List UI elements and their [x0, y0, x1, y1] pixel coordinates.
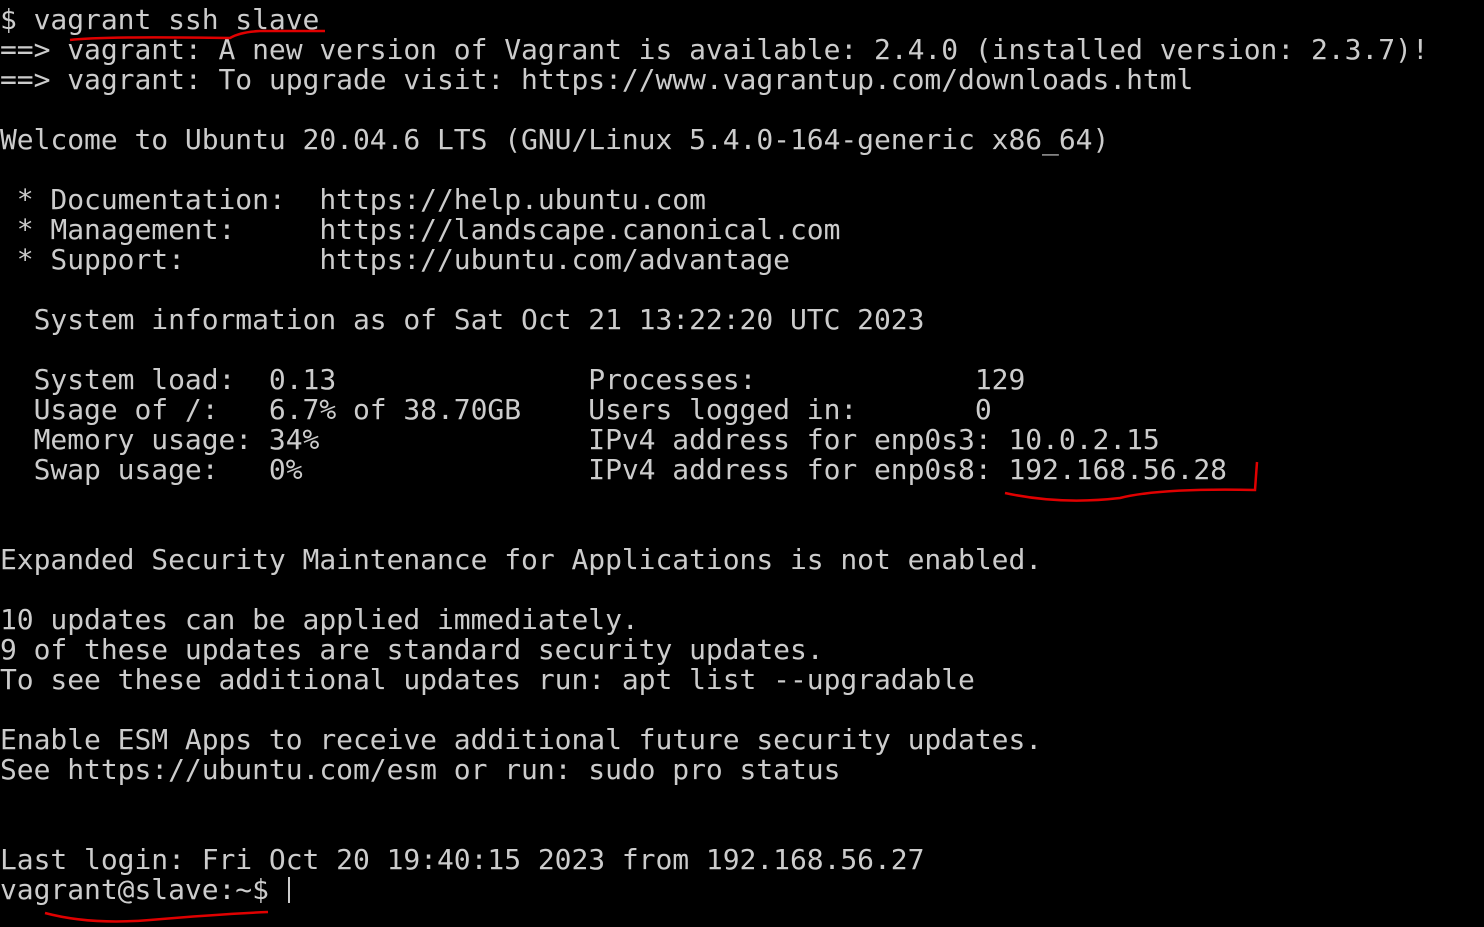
terminal-line: Welcome to Ubuntu 20.04.6 LTS (GNU/Linux… [0, 123, 1110, 156]
terminal-line: See https://ubuntu.com/esm or run: sudo … [0, 753, 841, 786]
terminal-line: Last login: Fri Oct 20 19:40:15 2023 fro… [0, 843, 925, 876]
terminal-line: Expanded Security Maintenance for Applic… [0, 543, 1043, 576]
shell-prompt: vagrant@slave:~$ [0, 873, 286, 906]
terminal-line: To see these additional updates run: apt… [0, 663, 975, 696]
terminal-line: Memory usage: 34% IPv4 address for enp0s… [0, 423, 1160, 456]
terminal-line: $ vagrant ssh slave [0, 3, 320, 36]
terminal-line: ==> vagrant: A new version of Vagrant is… [0, 33, 1429, 66]
text-cursor [287, 877, 290, 903]
terminal-line: 9 of these updates are standard security… [0, 633, 824, 666]
terminal-line: System information as of Sat Oct 21 13:2… [0, 303, 925, 336]
terminal-line: Usage of /: 6.7% of 38.70GB Users logged… [0, 393, 992, 426]
terminal-line: Enable ESM Apps to receive additional fu… [0, 723, 1043, 756]
terminal-line: 10 updates can be applied immediately. [0, 603, 639, 636]
terminal-output[interactable]: $ vagrant ssh slave ==> vagrant: A new ve… [0, 5, 1429, 905]
terminal-line: Swap usage: 0% IPv4 address for enp0s8: … [0, 453, 1227, 486]
terminal-line: * Support: https://ubuntu.com/advantage [0, 243, 790, 276]
terminal-line: * Documentation: https://help.ubuntu.com [0, 183, 706, 216]
terminal-line: System load: 0.13 Processes: 129 [0, 363, 1026, 396]
terminal-line: ==> vagrant: To upgrade visit: https://w… [0, 63, 1194, 96]
underline-prompt-annotation [44, 910, 269, 923]
terminal-line: * Management: https://landscape.canonica… [0, 213, 841, 246]
prompt-line[interactable]: vagrant@slave:~$ [0, 875, 1429, 905]
